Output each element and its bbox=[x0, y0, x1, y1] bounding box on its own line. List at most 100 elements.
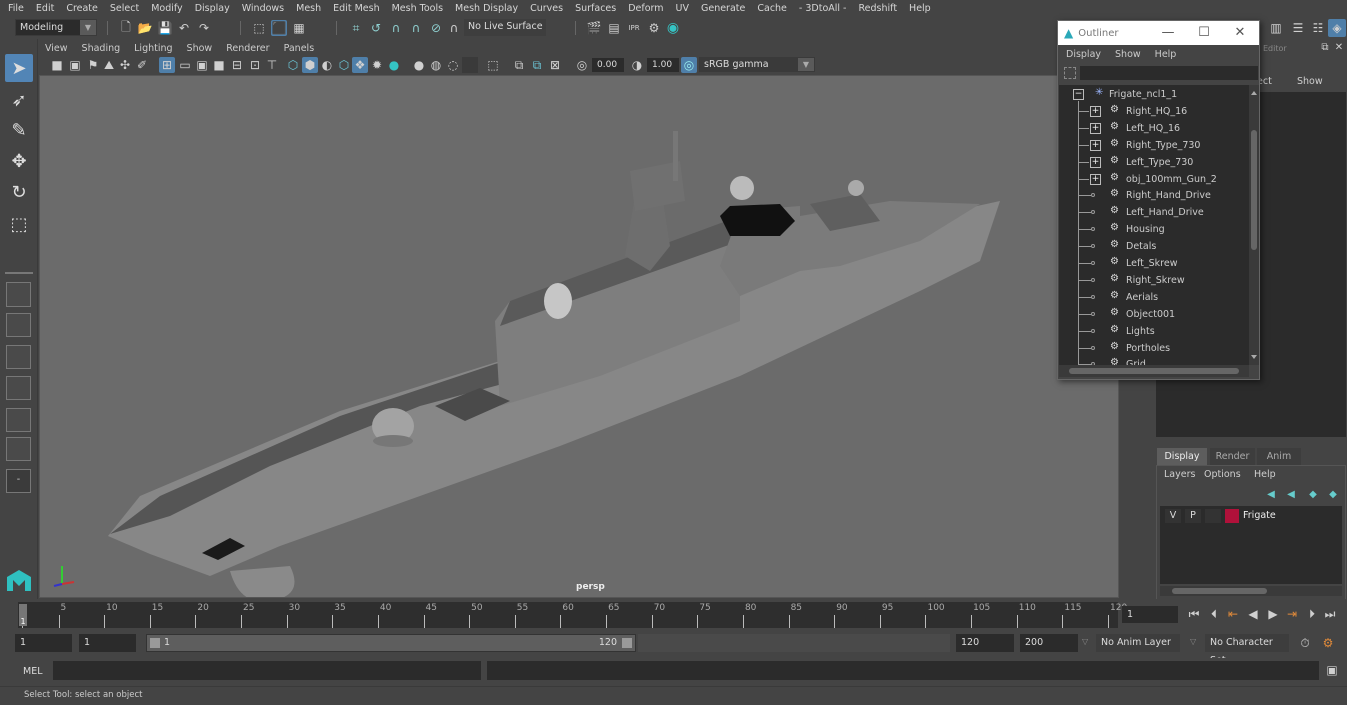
gamma-field[interactable]: 1.00 bbox=[647, 58, 679, 72]
rotate-tool-icon[interactable]: ↻ bbox=[5, 178, 33, 206]
range-end-handle[interactable] bbox=[622, 638, 632, 648]
single-view-layout-icon[interactable] bbox=[6, 282, 31, 307]
collapse-icon[interactable]: − bbox=[1073, 89, 1084, 100]
xray-active-components-icon[interactable]: ⧉ bbox=[529, 57, 545, 73]
current-time-indicator[interactable]: 1 bbox=[19, 604, 27, 626]
outliner-item[interactable]: ⚙ Right_Skrew bbox=[1059, 272, 1249, 289]
xray-icon[interactable]: ⧉ bbox=[511, 57, 527, 73]
attribute-editor-icon[interactable]: ▥ bbox=[1268, 20, 1284, 36]
move-layer-down-icon[interactable]: ◀ bbox=[1283, 486, 1299, 502]
grid-icon[interactable]: ⊞ bbox=[159, 57, 175, 73]
render-current-icon[interactable]: ▤ bbox=[606, 20, 622, 36]
expand-icon[interactable]: + bbox=[1090, 156, 1101, 168]
play-forwards-icon[interactable]: ▶ bbox=[1265, 606, 1281, 622]
expand-icon[interactable]: + bbox=[1090, 105, 1101, 117]
new-layer-selected-icon[interactable]: ◆ bbox=[1325, 486, 1341, 502]
outliner-horizontal-scrollbar[interactable] bbox=[1059, 365, 1249, 377]
layer-menu-layers[interactable]: Layers bbox=[1164, 469, 1195, 480]
script-editor-icon[interactable]: ▣ bbox=[1324, 662, 1340, 678]
graph-editor-layout-icon[interactable] bbox=[6, 437, 31, 461]
tool-settings-icon[interactable]: ☰ bbox=[1290, 20, 1306, 36]
channel-box-icon[interactable]: ☷ bbox=[1310, 20, 1326, 36]
3d-viewport[interactable]: persp bbox=[39, 75, 1119, 598]
menu-edit[interactable]: Edit bbox=[36, 3, 54, 14]
outliner-menu-display[interactable]: Display bbox=[1066, 49, 1101, 60]
close-button[interactable]: ✕ bbox=[1222, 21, 1258, 45]
outliner-titlebar[interactable]: ▲ Outliner — ☐ ✕ bbox=[1058, 21, 1259, 45]
outliner-item[interactable]: ⚙ Right_Hand_Drive bbox=[1059, 187, 1249, 204]
mel-input[interactable] bbox=[53, 661, 481, 680]
undo-icon[interactable]: ↶ bbox=[176, 20, 192, 36]
new-scene-icon[interactable]: 🗋 bbox=[118, 20, 134, 36]
lights-icon[interactable]: ✹ bbox=[369, 57, 385, 73]
filter-icon[interactable] bbox=[1064, 67, 1076, 79]
outliner-item[interactable]: + ⚙ Left_Type_730 bbox=[1059, 154, 1249, 171]
snap-surface-icon[interactable]: ⊘ bbox=[428, 20, 444, 36]
depth-of-field-icon[interactable] bbox=[462, 57, 478, 73]
select-component-icon[interactable]: ▦ bbox=[291, 20, 307, 36]
anim-layer-dropdown-arrow[interactable]: ▽ bbox=[1082, 637, 1088, 646]
vp-menu-view[interactable]: View bbox=[45, 43, 68, 54]
outliner-item[interactable]: ⚙ Left_Hand_Drive bbox=[1059, 204, 1249, 221]
menu-display[interactable]: Display bbox=[195, 3, 230, 14]
playback-start-field[interactable]: 1 bbox=[79, 634, 136, 652]
camera-icon[interactable]: ■ bbox=[49, 57, 65, 73]
snap-grid-icon[interactable]: ⌗ bbox=[348, 20, 364, 36]
layer-playback-toggle[interactable]: P bbox=[1185, 509, 1201, 523]
select-object-icon[interactable]: ⬛ bbox=[271, 20, 287, 36]
menu-uv[interactable]: UV bbox=[676, 3, 689, 14]
layer-menu-options[interactable]: Options bbox=[1204, 469, 1241, 480]
menu-windows[interactable]: Windows bbox=[242, 3, 284, 14]
outliner-item[interactable]: + ⚙ obj_100mm_Gun_2 bbox=[1059, 171, 1249, 188]
vp-menu-show[interactable]: Show bbox=[187, 43, 213, 54]
move-tool-icon[interactable]: ✥ bbox=[5, 147, 33, 175]
outliner-item[interactable]: ⚙ Detals bbox=[1059, 238, 1249, 255]
outliner-item[interactable]: + ⚙ Right_HQ_16 bbox=[1059, 103, 1249, 120]
outliner-item[interactable]: ⚙ Grid bbox=[1059, 356, 1249, 365]
modeling-toolkit-icon[interactable]: ◈ bbox=[1328, 19, 1346, 37]
outliner-item[interactable]: ⚙ Housing bbox=[1059, 221, 1249, 238]
lasso-tool-icon[interactable]: ➶ bbox=[5, 86, 33, 114]
expand-icon[interactable]: + bbox=[1090, 173, 1101, 185]
select-tool-icon[interactable]: ➤ bbox=[5, 54, 33, 82]
menu-mesh[interactable]: Mesh bbox=[296, 3, 321, 14]
panel-menu-show[interactable]: Show bbox=[1297, 76, 1323, 87]
step-forward-key-icon[interactable]: ⇥ bbox=[1284, 606, 1300, 622]
outliner-vertical-scrollbar[interactable] bbox=[1249, 85, 1259, 365]
snap-curve-icon[interactable]: ↺ bbox=[368, 20, 384, 36]
snap-point-icon[interactable]: ∩ bbox=[388, 20, 404, 36]
menu-select[interactable]: Select bbox=[110, 3, 139, 14]
close-panel-icon[interactable]: ✕ bbox=[1333, 41, 1345, 53]
playback-end-field[interactable]: 120 bbox=[956, 634, 1014, 652]
anti-aliasing-icon[interactable]: ◌ bbox=[445, 57, 461, 73]
outliner-item[interactable]: ⚙ Portholes bbox=[1059, 340, 1249, 357]
image-plane-icon[interactable]: ⛰ bbox=[101, 57, 117, 73]
grease-pencil-icon[interactable]: ✐ bbox=[134, 57, 150, 73]
smooth-shade-icon[interactable]: ⬢ bbox=[302, 57, 318, 73]
vp-menu-renderer[interactable]: Renderer bbox=[226, 43, 269, 54]
snap-view-plane-icon[interactable]: ∩ bbox=[408, 20, 424, 36]
two-view-stacked-layout-icon[interactable] bbox=[6, 376, 31, 400]
outliner-item[interactable]: + ⚙ Right_Type_730 bbox=[1059, 137, 1249, 154]
redo-icon[interactable]: ↷ bbox=[196, 20, 212, 36]
scroll-down-icon[interactable] bbox=[1251, 355, 1257, 359]
scrollbar-thumb[interactable] bbox=[1251, 130, 1257, 250]
wireframe-on-shaded-icon[interactable]: ⬡ bbox=[336, 57, 352, 73]
expand-icon[interactable]: + bbox=[1090, 122, 1101, 134]
outliner-search-input[interactable] bbox=[1080, 66, 1258, 80]
outliner-root-item[interactable]: − ✳ Frigate_ncl1_1 bbox=[1059, 86, 1249, 103]
vp-menu-lighting[interactable]: Lighting bbox=[134, 43, 172, 54]
film-gate-icon[interactable]: ▭ bbox=[177, 57, 193, 73]
menu-deform[interactable]: Deform bbox=[628, 3, 663, 14]
character-set-dropdown-arrow[interactable]: ▽ bbox=[1190, 637, 1196, 646]
layer-name[interactable]: Frigate bbox=[1243, 510, 1276, 521]
outliner-item[interactable]: ⚙ Lights bbox=[1059, 323, 1249, 340]
ipr-render-icon[interactable]: IPR bbox=[626, 20, 642, 36]
scale-tool-icon[interactable]: ⬚ bbox=[5, 210, 33, 238]
gate-mask-icon[interactable]: ■ bbox=[211, 57, 227, 73]
color-management-icon[interactable]: ◎ bbox=[681, 57, 697, 73]
menu-3dtoall[interactable]: - 3DtoAll - bbox=[799, 3, 847, 14]
safe-action-icon[interactable]: ⊡ bbox=[247, 57, 263, 73]
float-panel-icon[interactable]: ⧉ bbox=[1319, 41, 1331, 53]
live-surface-field[interactable]: No Live Surface bbox=[464, 19, 546, 36]
